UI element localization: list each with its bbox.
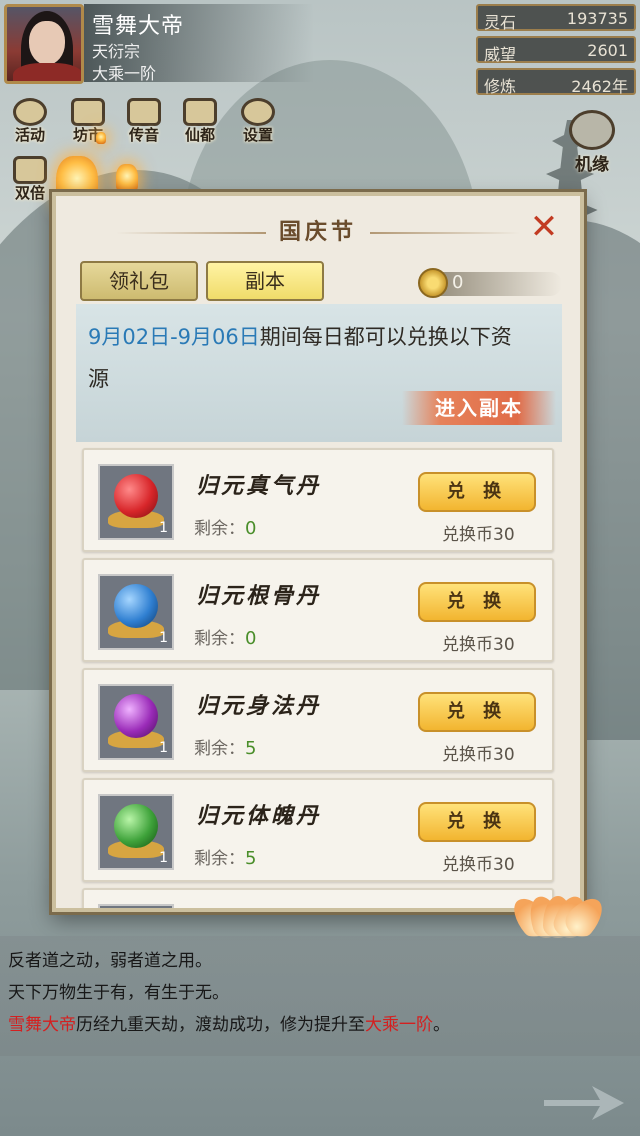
player-sect: 天衍宗 bbox=[92, 42, 141, 61]
player-avatar[interactable] bbox=[4, 4, 84, 84]
remain-label: 剩余： bbox=[194, 849, 245, 869]
remain-count: 5 bbox=[245, 738, 257, 759]
chat-text: 历经九重天劫，渡劫成功，修为提升至 bbox=[76, 1015, 365, 1035]
exchange-coin-value: 0 bbox=[452, 272, 464, 293]
item-thumbnail: 1 bbox=[98, 464, 174, 540]
exchange-button[interactable]: 兑 换 bbox=[418, 692, 536, 732]
exchange-coin-icon bbox=[418, 268, 448, 298]
menu-activity-button[interactable]: 活动 bbox=[2, 98, 58, 154]
item-remaining: 剩余：5 bbox=[194, 734, 256, 759]
menu-message-button[interactable]: 传音 bbox=[116, 98, 172, 154]
menu-label: 坊市 bbox=[72, 126, 103, 144]
list-item: 1 归元根骨丹 剩余：0 兑 换 兑换币30 bbox=[82, 558, 554, 662]
item-remaining: 剩余：5 bbox=[194, 844, 256, 869]
red-pill-orb-icon bbox=[114, 474, 158, 518]
list-item: 1 归元真气丹 剩余：0 兑 换 兑换币30 bbox=[82, 448, 554, 552]
exchange-cost: 兑换币30 bbox=[442, 635, 515, 655]
arrow-right-icon[interactable] bbox=[540, 1080, 628, 1126]
exchange-cost: 兑换币30 bbox=[442, 745, 515, 765]
shop-icon bbox=[71, 98, 105, 126]
double-icon bbox=[13, 156, 47, 184]
menu-label: 活动 bbox=[14, 126, 45, 144]
exchange-cost: 兑换币30 bbox=[442, 855, 515, 875]
avatar-robe bbox=[13, 63, 81, 81]
item-remaining: 剩余：0 bbox=[194, 624, 256, 649]
close-icon[interactable]: ✕ bbox=[528, 210, 560, 244]
envelope-icon bbox=[127, 98, 161, 126]
sky-lantern-icon bbox=[96, 132, 106, 144]
item-thumbnail: 1 bbox=[98, 794, 174, 870]
item-quantity: 1 bbox=[159, 740, 168, 756]
stat-prestige: 威望 2601 bbox=[476, 36, 636, 64]
menu-double-button[interactable]: 双倍 bbox=[2, 156, 58, 212]
coin-icon bbox=[13, 98, 47, 126]
item-name: 归元真气丹 bbox=[196, 473, 322, 499]
list-item: 1 归元身法丹 剩余：5 兑 换 兑换币30 bbox=[82, 668, 554, 772]
player-name: 雪舞大帝 bbox=[92, 14, 185, 39]
item-name: 归元根骨丹 bbox=[196, 583, 322, 609]
menu-label: 双倍 bbox=[14, 184, 45, 202]
national-day-dialog: 国庆节 ✕ 领礼包 副本 0 9月02日-9月06日期间每日都可以兑换以下资源 … bbox=[52, 192, 584, 912]
item-name: 归元体魄丹 bbox=[196, 803, 322, 829]
stat-value: 2462年 bbox=[571, 77, 628, 96]
remain-count: 5 bbox=[245, 848, 257, 869]
remain-label: 剩余： bbox=[194, 519, 245, 539]
cloud-icon bbox=[569, 110, 615, 150]
chat-player-name: 雪舞大帝 bbox=[8, 1015, 76, 1035]
item-remaining: 剩余：0 bbox=[194, 514, 256, 539]
chat-line: 雪舞大帝历经九重天劫，渡劫成功，修为提升至大乘一阶。 bbox=[8, 1010, 450, 1035]
green-pill-orb-icon bbox=[114, 804, 158, 848]
item-thumbnail: 1 bbox=[98, 574, 174, 650]
stat-label: 威望 bbox=[484, 45, 517, 64]
menu-label: 传音 bbox=[128, 126, 159, 144]
sky-lantern-icon bbox=[116, 164, 138, 194]
menu-capital-button[interactable]: 仙都 bbox=[172, 98, 228, 154]
remain-count: 0 bbox=[245, 518, 257, 539]
event-date-range: 9月02日-9月06日 bbox=[88, 325, 260, 349]
stat-spirit-stone: 灵石 193735 bbox=[476, 4, 636, 32]
player-realm: 大乘一阶 bbox=[92, 64, 157, 83]
remain-count: 0 bbox=[245, 628, 257, 649]
menu-market-button[interactable]: 坊市 bbox=[60, 98, 116, 154]
tab-gift-pack[interactable]: 领礼包 bbox=[80, 261, 198, 301]
event-info-text: 9月02日-9月06日期间每日都可以兑换以下资源 bbox=[88, 316, 528, 400]
stat-value: 2601 bbox=[587, 41, 628, 60]
list-item-partial bbox=[82, 888, 554, 908]
fortune-label: 机缘 bbox=[575, 155, 609, 175]
remain-label: 剩余： bbox=[194, 739, 245, 759]
exchange-cost: 兑换币30 bbox=[442, 525, 515, 545]
item-quantity: 1 bbox=[159, 520, 168, 536]
avatar-face bbox=[29, 21, 65, 65]
gear-icon bbox=[241, 98, 275, 126]
blue-pill-orb-icon bbox=[114, 584, 158, 628]
menu-settings-button[interactable]: 设置 bbox=[230, 98, 286, 154]
menu-label: 仙都 bbox=[184, 126, 215, 144]
dialog-title: 国庆节 bbox=[278, 219, 357, 245]
pavilion-icon bbox=[183, 98, 217, 126]
item-thumbnail bbox=[98, 904, 174, 908]
exchange-item-list[interactable]: 1 归元真气丹 剩余：0 兑 换 兑换币30 1 归元根骨丹 剩余：0 兑 换 … bbox=[76, 444, 562, 908]
chat-text-end: 。 bbox=[433, 1015, 450, 1035]
remain-label: 剩余： bbox=[194, 629, 245, 649]
stat-cultivation: 修炼 2462年 bbox=[476, 68, 636, 96]
purple-pill-orb-icon bbox=[114, 694, 158, 738]
list-item: 1 归元体魄丹 剩余：5 兑 换 兑换币30 bbox=[82, 778, 554, 882]
fortune-button[interactable]: 机缘 bbox=[562, 110, 622, 175]
chat-line: 天下万物生于有，有生于无。 bbox=[8, 983, 229, 1003]
exchange-button[interactable]: 兑 换 bbox=[418, 472, 536, 512]
item-quantity: 1 bbox=[159, 630, 168, 646]
enter-dungeon-button[interactable]: 进入副本 bbox=[402, 391, 556, 425]
menu-label: 设置 bbox=[242, 126, 273, 144]
item-name: 归元身法丹 bbox=[196, 693, 322, 719]
tab-dungeon[interactable]: 副本 bbox=[206, 261, 324, 301]
chat-line: 反者道之动，弱者道之用。 bbox=[8, 951, 212, 971]
item-quantity: 1 bbox=[159, 850, 168, 866]
stat-value: 193735 bbox=[566, 9, 628, 28]
exchange-button[interactable]: 兑 换 bbox=[418, 802, 536, 842]
exchange-button[interactable]: 兑 换 bbox=[418, 582, 536, 622]
stat-label: 灵石 bbox=[484, 13, 517, 32]
chat-realm: 大乘一阶 bbox=[365, 1015, 433, 1035]
stat-label: 修炼 bbox=[484, 77, 517, 96]
item-thumbnail: 1 bbox=[98, 684, 174, 760]
